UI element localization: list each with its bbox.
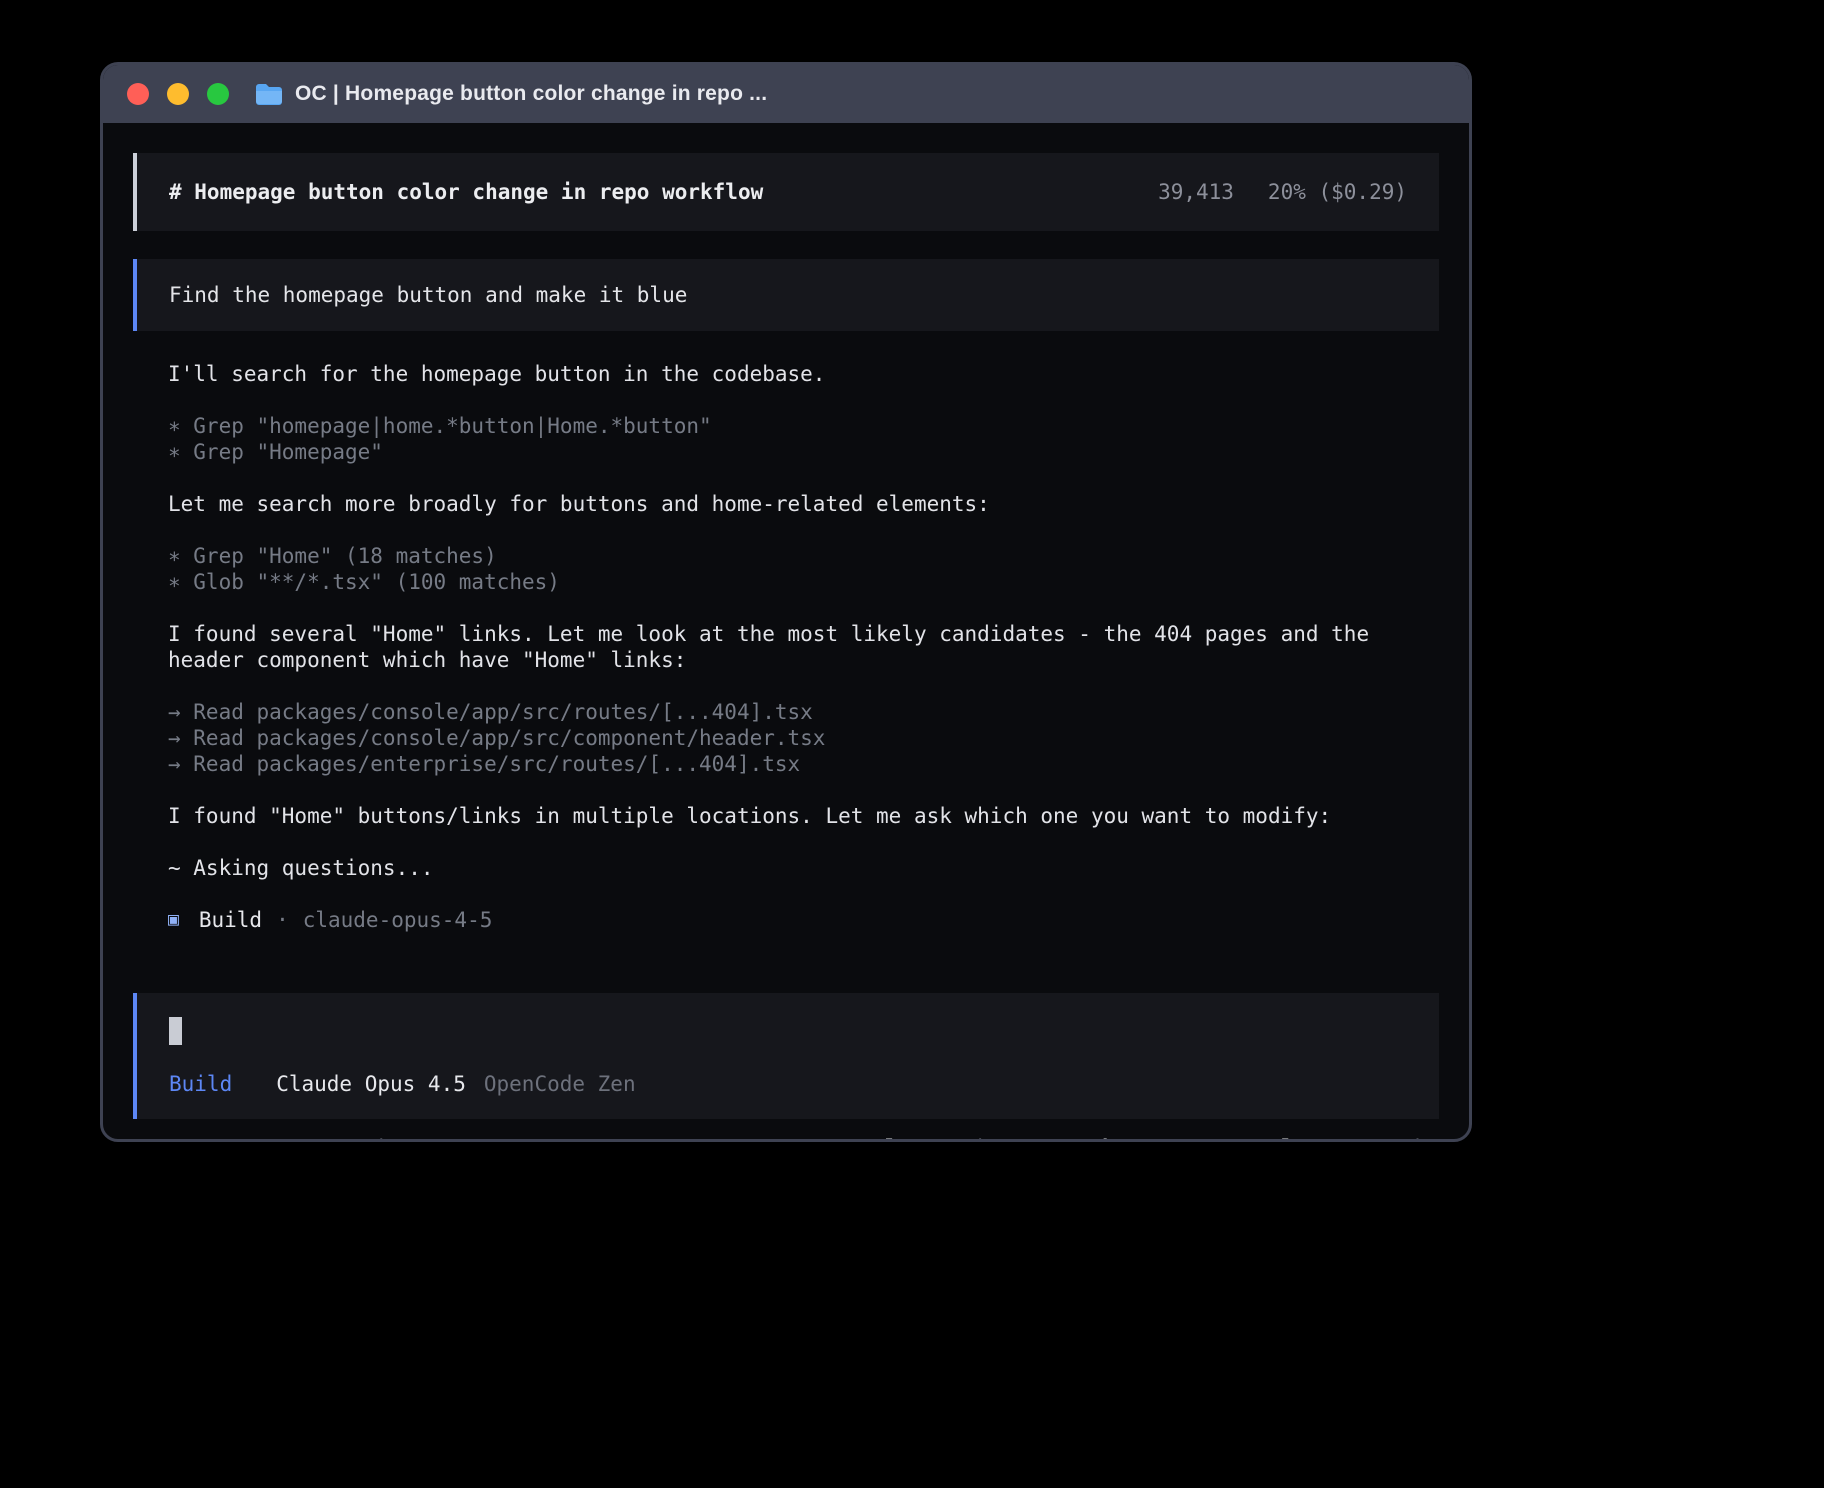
shortcut-label: commands xyxy=(1332,1136,1433,1142)
tool-call-glob[interactable]: ∗ Glob "**/*.tsx" (100 matches) xyxy=(168,569,1419,595)
shortcut-label: interrupt xyxy=(375,1136,489,1142)
tool-call-grep[interactable]: ∗ Grep "Homepage" xyxy=(168,439,1419,465)
prompt-input[interactable]: Build Claude Opus 4.5 OpenCode Zen xyxy=(133,993,1439,1119)
shortcut-interrupt[interactable]: esc interrupt xyxy=(324,1135,488,1142)
assistant-text: I found several "Home" links. Let me loo… xyxy=(168,621,1419,673)
assistant-transcript: I'll search for the homepage button in t… xyxy=(133,361,1439,959)
text-cursor xyxy=(169,1017,182,1045)
user-message: Find the homepage button and make it blu… xyxy=(133,259,1439,331)
context-cost: 20% ($0.29) xyxy=(1268,179,1407,205)
agent-name: Build xyxy=(199,907,262,933)
status-footer: ········· esc interrupt ctrl+t variants … xyxy=(133,1119,1439,1142)
agent-status-line: ▣ Build · claude-opus-4-5 xyxy=(168,907,1419,933)
shortcut-key: ctrl+p xyxy=(1243,1136,1319,1142)
shortcut-commands[interactable]: ctrl+p commands xyxy=(1243,1135,1433,1142)
shortcut-key: tab xyxy=(1077,1136,1115,1142)
traffic-lights xyxy=(127,83,229,105)
shortcut-key: ctrl+t xyxy=(847,1136,923,1142)
user-message-text: Find the homepage button and make it blu… xyxy=(169,283,687,307)
token-count: 39,413 xyxy=(1158,179,1234,205)
tool-call-grep[interactable]: ∗ Grep "homepage|home.*button|Home.*butt… xyxy=(168,413,1419,439)
folder-icon xyxy=(255,83,283,105)
agent-model: claude-opus-4-5 xyxy=(303,907,493,933)
minimize-button[interactable] xyxy=(167,83,189,105)
input-status-bar: Build Claude Opus 4.5 OpenCode Zen xyxy=(169,1071,1407,1097)
shortcut-agents[interactable]: tab agents xyxy=(1077,1135,1203,1142)
session-title: # Homepage button color change in repo w… xyxy=(169,179,763,205)
assistant-text: Let me search more broadly for buttons a… xyxy=(168,491,1419,517)
assistant-text: I'll search for the homepage button in t… xyxy=(168,361,1419,387)
separator-dot: · xyxy=(276,907,289,933)
window-title: OC | Homepage button color change in rep… xyxy=(295,82,767,106)
tool-call-read[interactable]: → Read packages/console/app/src/routes/[… xyxy=(168,699,1419,725)
assistant-status-text: ~ Asking questions... xyxy=(168,855,1419,881)
mode-indicator[interactable]: Build xyxy=(169,1071,232,1097)
window-titlebar[interactable]: OC | Homepage button color change in rep… xyxy=(103,65,1469,123)
shortcut-variants[interactable]: ctrl+t variants xyxy=(847,1135,1037,1142)
spinner-dots-icon: ········· xyxy=(139,1135,294,1142)
terminal-window: OC | Homepage button color change in rep… xyxy=(100,62,1472,1142)
build-part-icon: ▣ xyxy=(168,907,179,933)
close-button[interactable] xyxy=(127,83,149,105)
terminal-content: # Homepage button color change in repo w… xyxy=(103,123,1469,1142)
shortcut-key: esc xyxy=(324,1136,362,1142)
assistant-text: I found "Home" buttons/links in multiple… xyxy=(168,803,1419,829)
shortcut-label: agents xyxy=(1127,1136,1203,1142)
tool-call-grep[interactable]: ∗ Grep "Home" (18 matches) xyxy=(168,543,1419,569)
session-header: # Homepage button color change in repo w… xyxy=(133,153,1439,231)
model-name[interactable]: Claude Opus 4.5 xyxy=(276,1071,466,1097)
shortcut-label: variants xyxy=(936,1136,1037,1142)
provider-name: OpenCode Zen xyxy=(484,1071,636,1097)
tool-call-read[interactable]: → Read packages/enterprise/src/routes/[.… xyxy=(168,751,1419,777)
session-stats: 39,413 20% ($0.29) xyxy=(1158,179,1407,205)
tool-call-read[interactable]: → Read packages/console/app/src/componen… xyxy=(168,725,1419,751)
zoom-button[interactable] xyxy=(207,83,229,105)
